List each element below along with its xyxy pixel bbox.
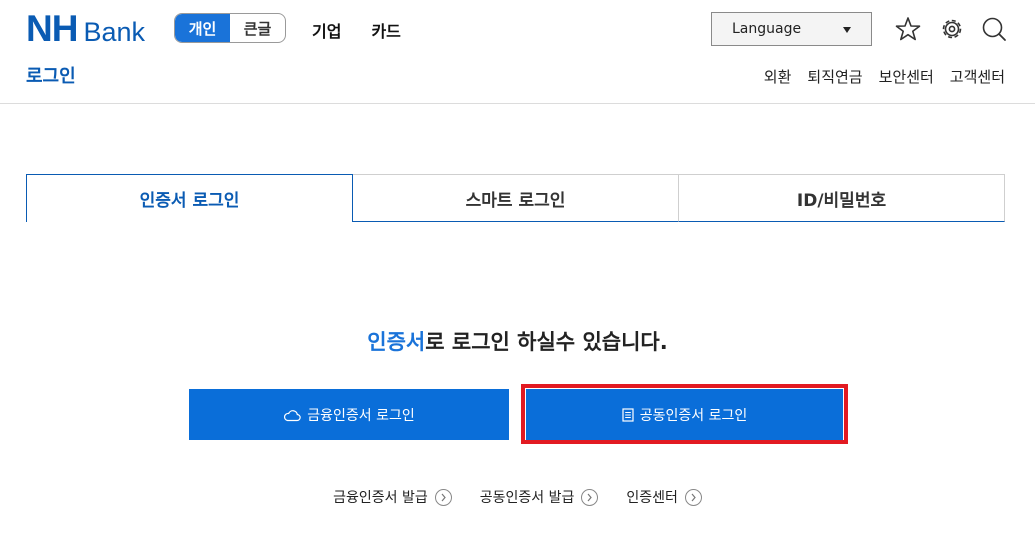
language-select[interactable]: Language: [711, 12, 872, 46]
cloud-icon: [284, 409, 301, 421]
link-financial-cert-issue[interactable]: 금융인증서 발급: [333, 487, 452, 507]
subnav-forex[interactable]: 외환: [764, 66, 792, 87]
star-icon: [895, 17, 921, 41]
headline-rest: 로 로그인 하실수 있습니다.: [425, 330, 668, 354]
logo-nh: NH: [26, 8, 78, 49]
chevron-right-icon: [434, 488, 452, 506]
caret-down-icon: [843, 27, 851, 33]
nav-corporate[interactable]: 기업: [312, 18, 341, 42]
personal-large-text-toggle: 개인 큰글: [174, 13, 286, 43]
subnav-security-center[interactable]: 보안센터: [879, 66, 934, 87]
sub-navigation: 외환 퇴직연금 보안센터 고객센터: [764, 66, 1005, 87]
joint-certificate-login-label: 공동인증서 로그인: [639, 407, 748, 424]
link-joint-cert-issue-label: 공동인증서 발급: [479, 490, 575, 506]
logo-bank: Bank: [83, 17, 145, 47]
joint-certificate-login-button[interactable]: 공동인증서 로그인: [526, 389, 843, 440]
link-joint-cert-issue[interactable]: 공동인증서 발급: [480, 487, 599, 507]
favorites-button[interactable]: [894, 15, 922, 43]
nav-card[interactable]: 카드: [371, 18, 400, 42]
chevron-right-icon: [684, 488, 702, 506]
nh-bank-logo[interactable]: NH Bank: [26, 8, 145, 49]
certificate-links: 금융인증서 발급 공동인증서 발급 인증센터: [0, 487, 1035, 507]
login-headline: 인증서로 로그인 하실수 있습니다.: [0, 326, 1035, 356]
link-cert-center[interactable]: 인증센터: [626, 487, 702, 507]
subnav-customer-center[interactable]: 고객센터: [950, 66, 1005, 87]
financial-certificate-login-button[interactable]: 금융인증서 로그인: [189, 389, 509, 440]
document-icon: [622, 407, 634, 422]
large-text-mode-button[interactable]: 큰글: [230, 14, 285, 42]
header-divider: [0, 103, 1035, 104]
settings-button[interactable]: [938, 15, 966, 43]
financial-certificate-login-label: 금융인증서 로그인: [307, 407, 415, 424]
search-button[interactable]: [980, 15, 1008, 43]
subnav-pension[interactable]: 퇴직연금: [807, 66, 862, 87]
tab-id-password[interactable]: ID/비밀번호: [679, 174, 1005, 222]
personal-mode-button[interactable]: 개인: [175, 14, 230, 42]
gear-icon: [942, 19, 962, 39]
tab-smart-login[interactable]: 스마트 로그인: [353, 174, 679, 222]
search-icon: [982, 17, 1006, 41]
link-financial-cert-issue-label: 금융인증서 발급: [333, 490, 428, 506]
login-method-tabs: 인증서 로그인 스마트 로그인 ID/비밀번호: [26, 174, 1005, 222]
tab-certificate-login[interactable]: 인증서 로그인: [26, 174, 353, 222]
chevron-right-icon: [581, 488, 599, 506]
link-cert-center-label: 인증센터: [626, 490, 678, 506]
top-navigation: 기업 카드: [312, 18, 401, 42]
language-label: Language: [732, 21, 802, 37]
headline-highlight: 인증서: [367, 330, 426, 354]
page-title: 로그인: [26, 66, 76, 87]
